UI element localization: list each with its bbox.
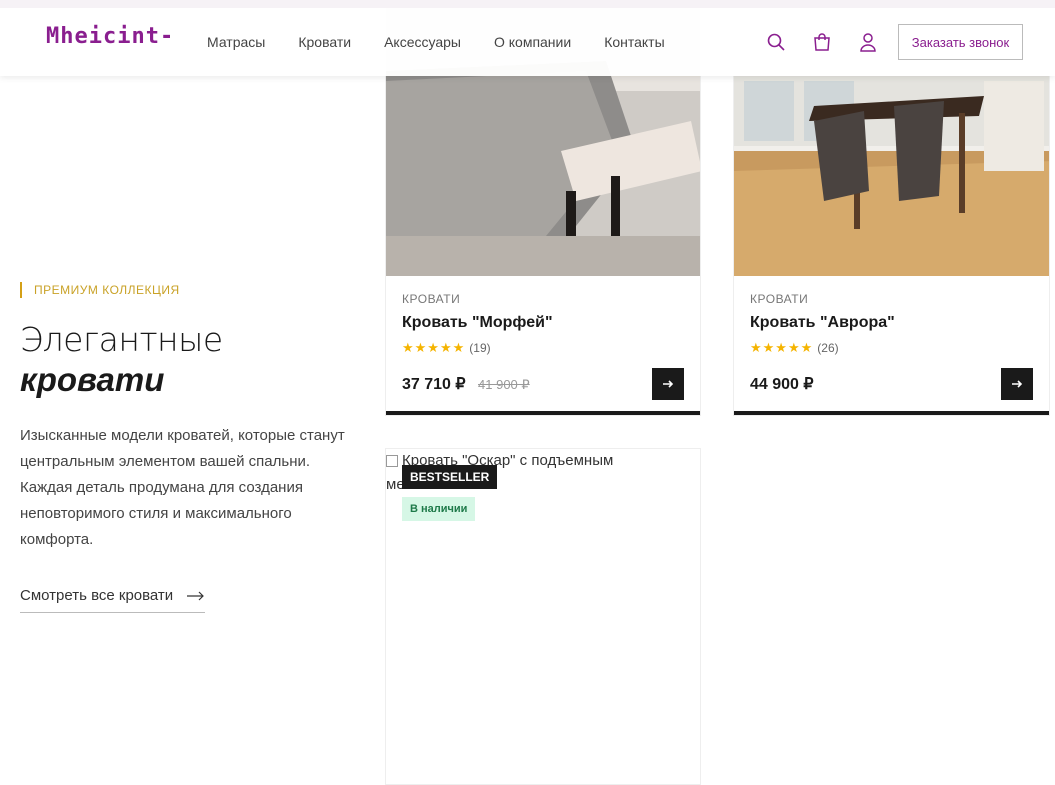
collection-title-emphasis: кровати xyxy=(20,361,165,398)
arrow-right-icon xyxy=(663,380,674,388)
arrow-right-button[interactable] xyxy=(652,368,684,400)
nav-mattresses[interactable]: Матрасы xyxy=(207,34,265,50)
product-price: 44 900 ₽ xyxy=(750,376,814,393)
collection-eyebrow: ПРЕМИУМ КОЛЛЕКЦИЯ xyxy=(20,282,350,298)
bestseller-badge: BESTSELLER xyxy=(402,465,498,489)
price-group: 37 710 ₽ 41 900 ₽ xyxy=(402,374,530,394)
request-call-button[interactable]: Заказать звонок xyxy=(898,24,1023,60)
product-card-oskar[interactable]: Кровать "Оскар" с подъемным механизмом B… xyxy=(385,448,701,785)
shopping-bag-icon[interactable] xyxy=(812,32,832,52)
arrow-right-button[interactable] xyxy=(1001,368,1033,400)
collection-description: Изысканные модели кроватей, которые стан… xyxy=(20,427,345,548)
nav-about[interactable]: О компании xyxy=(494,34,571,50)
site-header: Mheicint- Матрасы Кровати Аксессуары О к… xyxy=(0,0,1055,76)
star-icons: ★★★★★ xyxy=(402,340,466,355)
card-underline xyxy=(734,411,1049,415)
nav-beds[interactable]: Кровати xyxy=(298,34,351,50)
search-icon[interactable] xyxy=(766,32,786,52)
site-logo[interactable]: Mheicint- xyxy=(46,24,174,49)
product-category: КРОВАТИ xyxy=(750,292,809,306)
star-icons: ★★★★★ xyxy=(750,340,814,355)
product-category: КРОВАТИ xyxy=(402,292,461,306)
nav-contacts[interactable]: Контакты xyxy=(604,34,664,50)
card-underline xyxy=(386,411,700,415)
review-count: (19) xyxy=(469,341,491,355)
broken-image-icon xyxy=(386,455,398,468)
view-all-beds-link[interactable]: Смотреть все кровати xyxy=(20,587,206,613)
header-icons xyxy=(766,32,878,52)
product-rating: ★★★★★ (26) xyxy=(750,340,1033,356)
product-name[interactable]: Кровать "Морфей" xyxy=(402,314,684,332)
product-old-price: 41 900 ₽ xyxy=(478,377,530,392)
arrow-right-icon xyxy=(187,591,205,600)
review-count: (26) xyxy=(817,341,839,355)
nav-accessories[interactable]: Аксессуары xyxy=(384,34,461,50)
main-nav: Матрасы Кровати Аксессуары О компании Ко… xyxy=(207,34,665,50)
user-icon[interactable] xyxy=(858,32,878,52)
collection-title: Элегантные xyxy=(20,320,223,359)
in-stock-badge: В наличии xyxy=(402,497,476,521)
product-name[interactable]: Кровать "Аврора" xyxy=(750,314,1033,332)
price-group: 44 900 ₽ xyxy=(750,374,814,394)
arrow-right-icon xyxy=(1012,380,1023,388)
view-all-label: Смотреть все кровати xyxy=(20,587,174,604)
collection-intro: ПРЕМИУМ КОЛЛЕКЦИЯ Элегантные кровати Изы… xyxy=(20,282,350,613)
product-rating: ★★★★★ (19) xyxy=(402,340,684,356)
product-price: 37 710 ₽ xyxy=(402,376,466,393)
